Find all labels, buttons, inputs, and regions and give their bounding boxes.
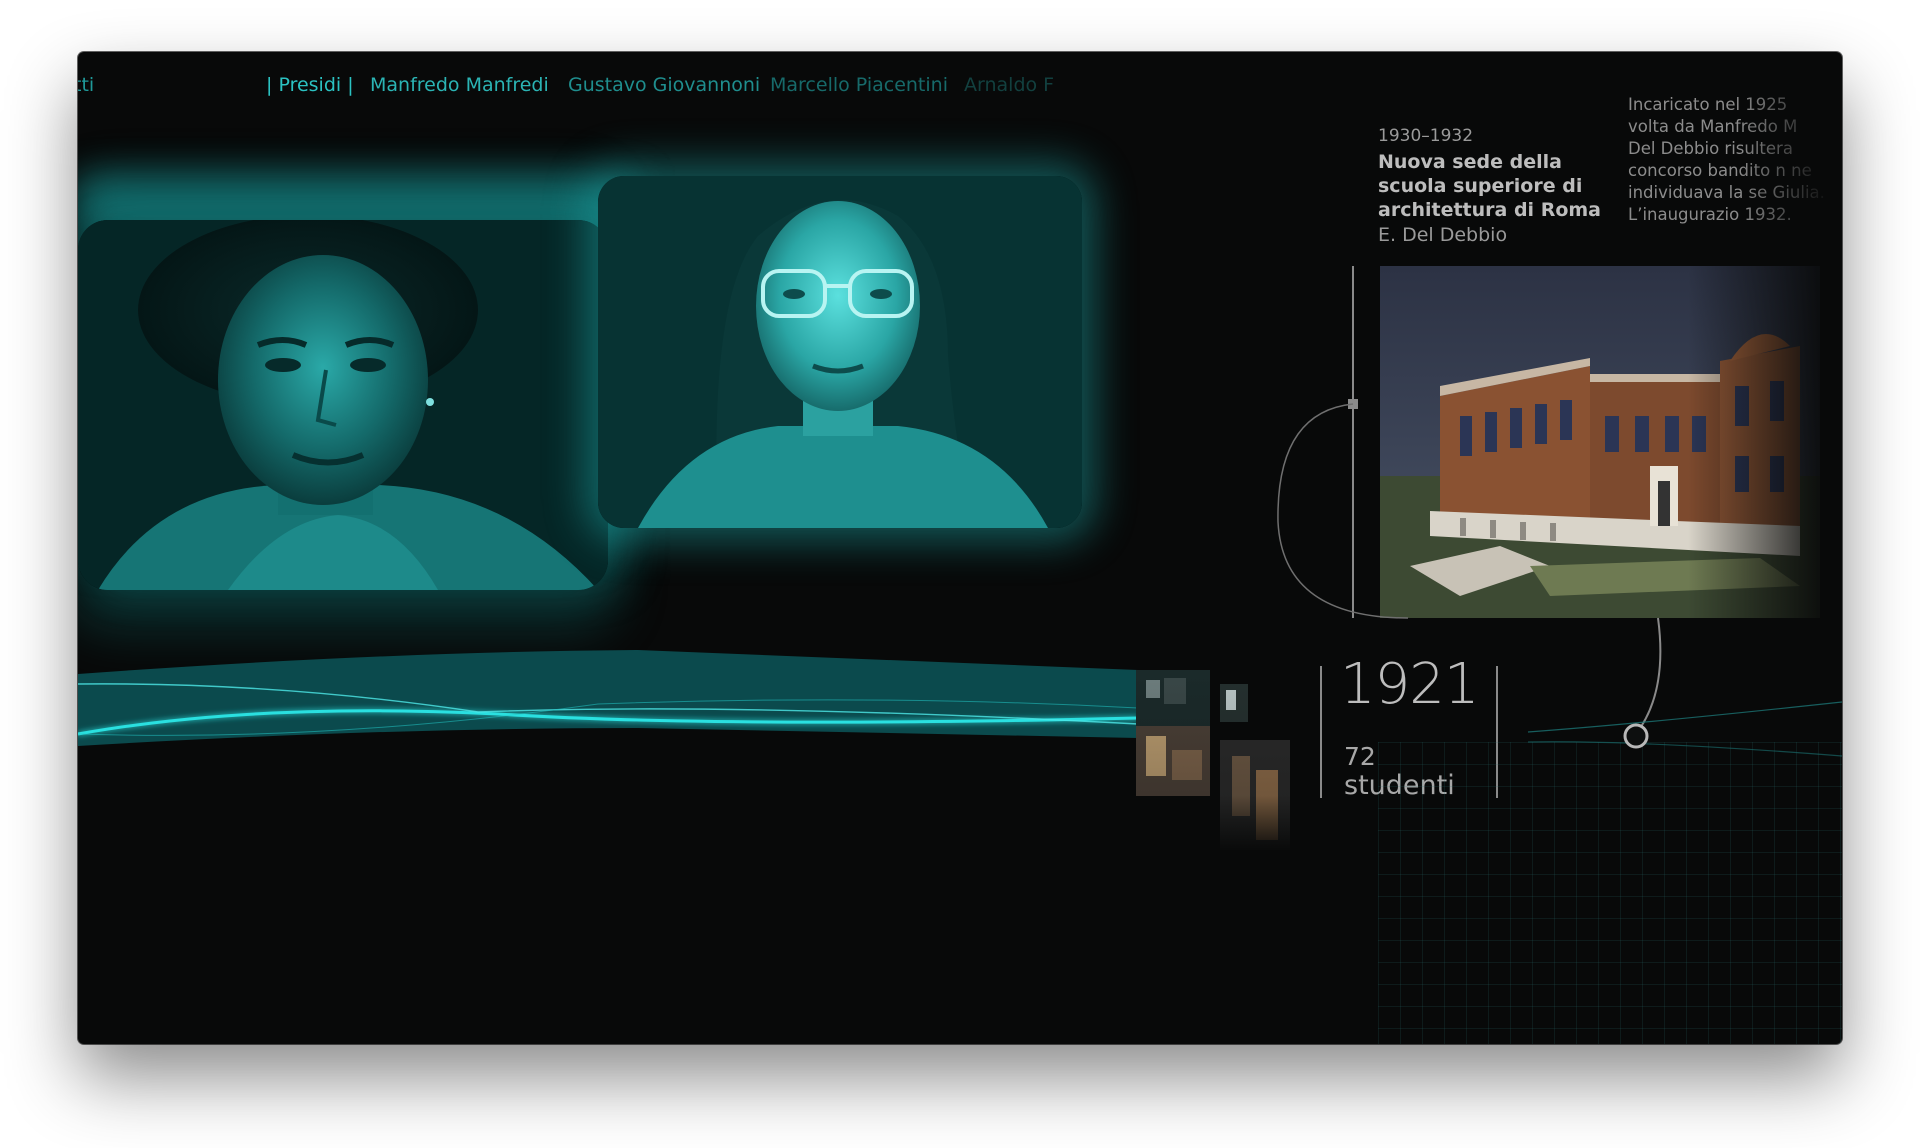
timeline-dot-icon[interactable] <box>1623 723 1649 749</box>
app-window: tti | Presidi | Manfredo Manfredi Gustav… <box>78 52 1842 1044</box>
timeline-connector <box>1277 266 1842 757</box>
